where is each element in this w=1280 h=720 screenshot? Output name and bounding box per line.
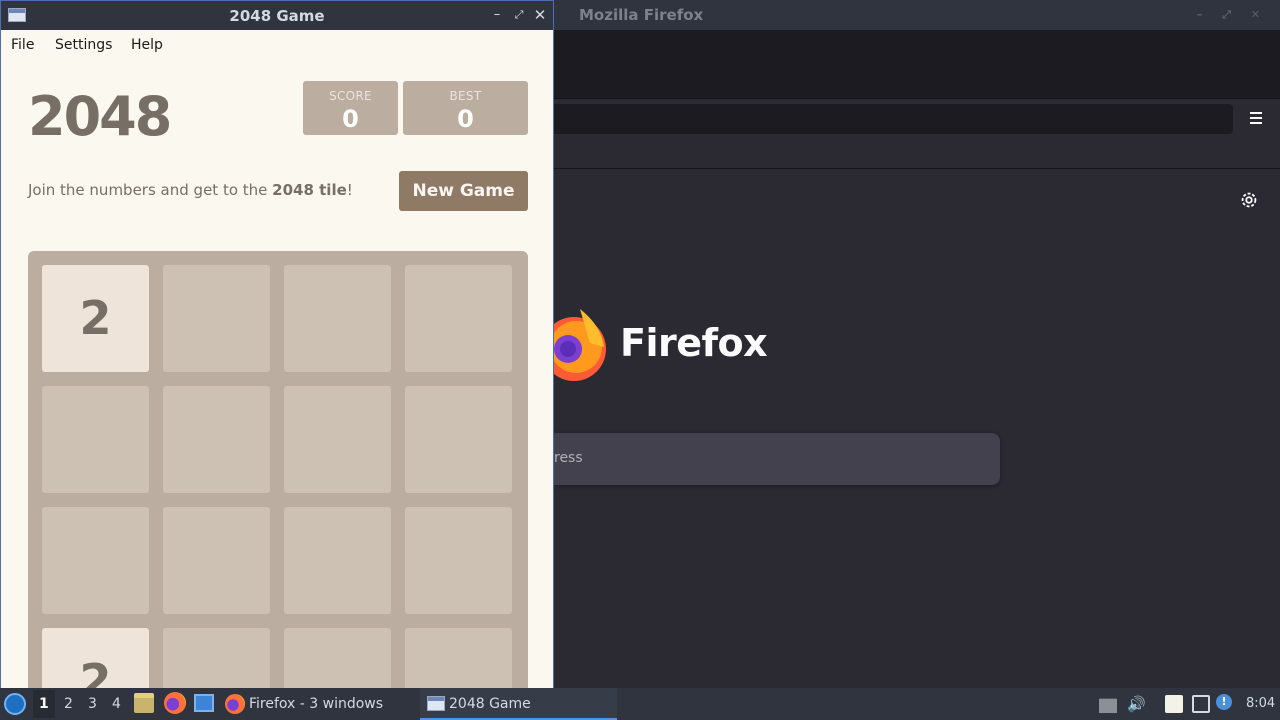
firefox-tab-strip[interactable] bbox=[554, 30, 1280, 98]
updates-tray-icon[interactable] bbox=[1099, 698, 1117, 713]
empty-cell bbox=[163, 507, 270, 614]
minimize-icon[interactable]: – bbox=[488, 6, 506, 24]
firefox-window: Mozilla Firefox – ⤢ ✕ Firefox ress bbox=[542, 0, 1280, 688]
firefox-titlebar[interactable]: Mozilla Firefox – ⤢ ✕ bbox=[554, 0, 1280, 30]
firefox-brand-wordmark: Firefox bbox=[620, 321, 768, 365]
clock[interactable]: 8:04 bbox=[1246, 696, 1275, 711]
hamburger-menu-icon[interactable] bbox=[1242, 109, 1270, 131]
intro-goal: 2048 tile bbox=[272, 181, 347, 199]
empty-cell bbox=[284, 628, 391, 688]
new-game-button[interactable]: New Game bbox=[399, 171, 528, 211]
firefox-window-controls[interactable]: – ⤢ ✕ bbox=[1197, 8, 1268, 22]
firefox-new-tab-page: Firefox ress bbox=[542, 169, 1280, 688]
firefox-launcher-icon[interactable] bbox=[164, 692, 186, 714]
game-window: 2048 Game – ⤢ ✕ File Settings Help 2048 … bbox=[0, 0, 554, 688]
firefox-url-bar[interactable] bbox=[554, 104, 1233, 134]
window-app-icon bbox=[427, 696, 445, 711]
score-box: SCORE 0 bbox=[303, 81, 398, 135]
taskbar: 1 2 3 4 Firefox - 3 windows 2048 Game 🔊 … bbox=[0, 688, 1280, 720]
game-board[interactable]: 22 bbox=[28, 251, 528, 688]
empty-cell bbox=[284, 507, 391, 614]
network-icon[interactable] bbox=[1192, 695, 1210, 713]
close-icon[interactable]: ✕ bbox=[531, 6, 549, 24]
notification-icon[interactable]: ! bbox=[1216, 694, 1232, 710]
empty-cell bbox=[284, 265, 391, 372]
empty-cell bbox=[405, 628, 512, 688]
workspace-1[interactable]: 1 bbox=[39, 696, 49, 712]
empty-cell bbox=[42, 507, 149, 614]
workspace-3[interactable]: 3 bbox=[88, 696, 97, 712]
tile: 2 bbox=[42, 265, 149, 372]
firefox-newtab-search-box[interactable]: ress bbox=[554, 433, 1000, 485]
intro-text: Join the numbers and get to the bbox=[28, 181, 273, 199]
best-label: BEST bbox=[449, 89, 482, 103]
menu-bar: File Settings Help bbox=[1, 30, 553, 60]
intro-suffix: ! bbox=[346, 181, 353, 199]
best-value: 0 bbox=[457, 105, 474, 133]
firefox-toolbar bbox=[554, 98, 1280, 140]
maximize-icon[interactable]: ⤢ bbox=[510, 6, 528, 24]
workspace-2[interactable]: 2 bbox=[64, 696, 73, 712]
firefox-window-title: Mozilla Firefox bbox=[579, 6, 704, 24]
search-placeholder: ress bbox=[554, 450, 583, 466]
menu-help[interactable]: Help bbox=[131, 37, 163, 53]
empty-cell bbox=[42, 386, 149, 493]
firefox-icon bbox=[225, 694, 245, 714]
volume-icon[interactable]: 🔊 bbox=[1127, 695, 1146, 713]
empty-cell bbox=[284, 386, 391, 493]
tile: 2 bbox=[42, 628, 149, 688]
menu-settings[interactable]: Settings bbox=[55, 37, 112, 53]
game-heading: 2048 bbox=[28, 85, 172, 148]
menu-file[interactable]: File bbox=[11, 37, 34, 53]
game-intro-text: Join the numbers and get to the 2048 til… bbox=[28, 181, 353, 199]
task-label: 2048 Game bbox=[449, 696, 531, 712]
best-score-box: BEST 0 bbox=[403, 81, 528, 135]
task-label: Firefox - 3 windows bbox=[249, 696, 384, 712]
empty-cell bbox=[405, 386, 512, 493]
firefox-bookmarks-bar bbox=[554, 140, 1280, 169]
workspace-4[interactable]: 4 bbox=[112, 696, 121, 712]
settings-gear-icon[interactable] bbox=[1238, 189, 1260, 211]
empty-cell bbox=[405, 265, 512, 372]
clipboard-icon[interactable] bbox=[1165, 695, 1183, 713]
game-titlebar[interactable]: 2048 Game – ⤢ ✕ bbox=[1, 1, 553, 30]
start-menu-icon[interactable] bbox=[4, 693, 26, 715]
show-desktop-icon[interactable] bbox=[194, 694, 214, 712]
empty-cell bbox=[163, 628, 270, 688]
score-label: SCORE bbox=[329, 89, 372, 103]
empty-cell bbox=[163, 265, 270, 372]
empty-cell bbox=[163, 386, 270, 493]
taskbar-task-firefox[interactable]: Firefox - 3 windows bbox=[225, 688, 415, 720]
taskbar-task-2048[interactable]: 2048 Game bbox=[420, 688, 617, 720]
empty-cell bbox=[405, 507, 512, 614]
score-value: 0 bbox=[342, 105, 359, 133]
file-manager-icon[interactable] bbox=[134, 693, 154, 713]
game-window-title: 2048 Game bbox=[229, 7, 325, 25]
